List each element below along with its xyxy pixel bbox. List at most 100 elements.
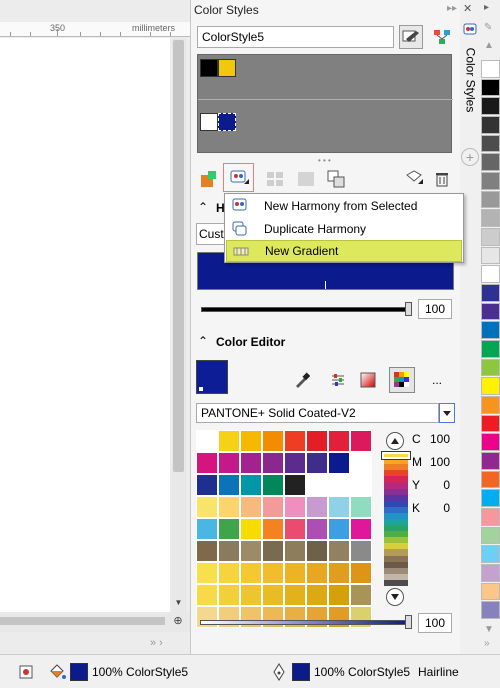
palette-swatch[interactable]	[218, 540, 240, 562]
palette-color-swatch[interactable]	[481, 265, 500, 283]
palette-swatch[interactable]	[328, 430, 350, 452]
palette-scroll-up-icon[interactable]: ▲	[484, 40, 494, 51]
document-palette-icon[interactable]	[18, 664, 34, 680]
palette-swatch[interactable]	[350, 584, 372, 606]
color-style-swatch[interactable]	[200, 59, 218, 77]
palette-swatch[interactable]	[218, 518, 240, 540]
palette-color-swatch[interactable]	[481, 321, 500, 339]
cmyk-channel-value[interactable]: 0	[424, 501, 450, 515]
cmyk-channel-value[interactable]: 0	[424, 478, 450, 492]
color-style-swatch[interactable]	[218, 59, 236, 77]
palette-swatch[interactable]	[350, 496, 372, 518]
palette-swatch[interactable]	[196, 584, 218, 606]
convert-to-harmony-button[interactable]	[324, 167, 348, 191]
palette-swatch[interactable]	[306, 540, 328, 562]
scroll-up-icon[interactable]	[386, 432, 404, 450]
palette-color-swatch[interactable]	[481, 489, 500, 507]
fill-bucket-icon[interactable]	[48, 663, 66, 681]
palette-swatch[interactable]	[284, 496, 306, 518]
resize-grip[interactable]: • • •	[318, 156, 331, 165]
palette-swatch[interactable]	[240, 540, 262, 562]
palette-color-swatch[interactable]	[481, 377, 500, 395]
palette-color-swatch[interactable]	[481, 601, 500, 619]
palette-swatch[interactable]	[328, 518, 350, 540]
palette-expand-icon[interactable]: »	[484, 638, 490, 649]
palette-swatch[interactable]	[284, 474, 306, 496]
palette-swatch[interactable]	[262, 452, 284, 474]
palette-color-swatch[interactable]	[481, 209, 500, 227]
vertical-docker-tab[interactable]: Color Styles	[458, 40, 482, 120]
palette-color-swatch[interactable]	[481, 134, 500, 153]
palette-swatch[interactable]	[262, 540, 284, 562]
zoom-icon[interactable]: ⊕	[168, 614, 188, 630]
palette-swatch[interactable]	[350, 430, 372, 452]
tint-value[interactable]: 100	[418, 613, 452, 633]
palette-swatch[interactable]	[262, 474, 284, 496]
palette-color-swatch[interactable]	[481, 78, 500, 97]
collapse-editor-icon[interactable]: ⌃	[198, 334, 208, 348]
apply-style-button[interactable]	[430, 25, 454, 49]
palette-swatch[interactable]	[306, 562, 328, 584]
scroll-down-icon[interactable]	[386, 588, 404, 606]
palette-color-swatch[interactable]	[481, 414, 500, 433]
palette-pin-icon[interactable]: ✎	[484, 22, 492, 33]
import-export-button[interactable]	[402, 167, 426, 191]
color-style-swatch-selected[interactable]	[218, 113, 236, 131]
palette-swatch[interactable]	[350, 518, 372, 540]
cmyk-channel-value[interactable]: 100	[424, 432, 450, 446]
palette-color-swatch[interactable]	[481, 116, 500, 134]
palette-color-swatch[interactable]	[481, 284, 500, 302]
palette-color-swatch[interactable]	[481, 526, 500, 545]
palette-swatch[interactable]	[196, 430, 218, 452]
palette-swatch[interactable]	[218, 562, 240, 584]
collapse-harmony-icon[interactable]: ⌃	[198, 200, 208, 214]
new-style-button[interactable]	[197, 168, 221, 190]
cmyk-channel-value[interactable]: 100	[424, 455, 450, 469]
palette-flyout-icon[interactable]: ▸	[484, 2, 489, 13]
color-styles-list[interactable]	[197, 54, 453, 153]
palette-color-swatch[interactable]	[481, 508, 500, 526]
palette-swatch[interactable]	[218, 430, 240, 452]
palette-swatch[interactable]	[306, 518, 328, 540]
close-icon[interactable]: ✕	[463, 2, 472, 15]
palette-color-swatch[interactable]	[481, 60, 500, 78]
palette-swatch[interactable]	[328, 562, 350, 584]
palette-swatch[interactable]	[262, 518, 284, 540]
eyedropper-style-button[interactable]	[399, 25, 423, 49]
tint-slider-handle[interactable]	[405, 615, 412, 629]
palette-swatch[interactable]	[350, 562, 372, 584]
palette-color-swatch[interactable]	[481, 153, 500, 171]
palette-swatch[interactable]	[306, 584, 328, 606]
scroll-down-arrow-icon[interactable]: ▼	[173, 598, 184, 610]
outline-pen-icon[interactable]	[272, 663, 286, 681]
palette-swatch[interactable]	[328, 584, 350, 606]
eyedropper-button[interactable]	[292, 370, 312, 390]
docker-tab-icon[interactable]	[463, 22, 477, 36]
palette-swatch[interactable]	[328, 474, 350, 496]
palette-swatch[interactable]	[196, 540, 218, 562]
palette-color-swatch[interactable]	[481, 340, 500, 358]
palette-swatch[interactable]	[262, 584, 284, 606]
current-color-swatch[interactable]	[196, 360, 228, 394]
palette-swatch[interactable]	[350, 474, 372, 496]
default-color-palette[interactable]	[481, 60, 500, 620]
palette-swatch[interactable]	[306, 430, 328, 452]
palette-color-swatch[interactable]	[481, 396, 500, 414]
palette-swatch[interactable]	[328, 540, 350, 562]
palette-swatch[interactable]	[240, 430, 262, 452]
palette-swatch[interactable]	[284, 584, 306, 606]
document-page[interactable]	[0, 38, 170, 612]
palette-swatch[interactable]	[284, 452, 306, 474]
slider-handle[interactable]	[405, 302, 412, 316]
palette-color-swatch[interactable]	[481, 228, 500, 246]
add-docker-icon[interactable]: +	[461, 148, 479, 166]
palette-swatch[interactable]	[262, 562, 284, 584]
palette-color-swatch[interactable]	[481, 564, 500, 582]
palette-swatch[interactable]	[284, 540, 306, 562]
palette-color-swatch[interactable]	[481, 246, 500, 265]
palette-swatch[interactable]	[284, 430, 306, 452]
outline-color-swatch[interactable]	[292, 663, 310, 681]
color-viewer-button[interactable]	[358, 370, 378, 390]
palette-swatch[interactable]	[240, 518, 262, 540]
harmony-rules-button[interactable]	[264, 168, 286, 190]
